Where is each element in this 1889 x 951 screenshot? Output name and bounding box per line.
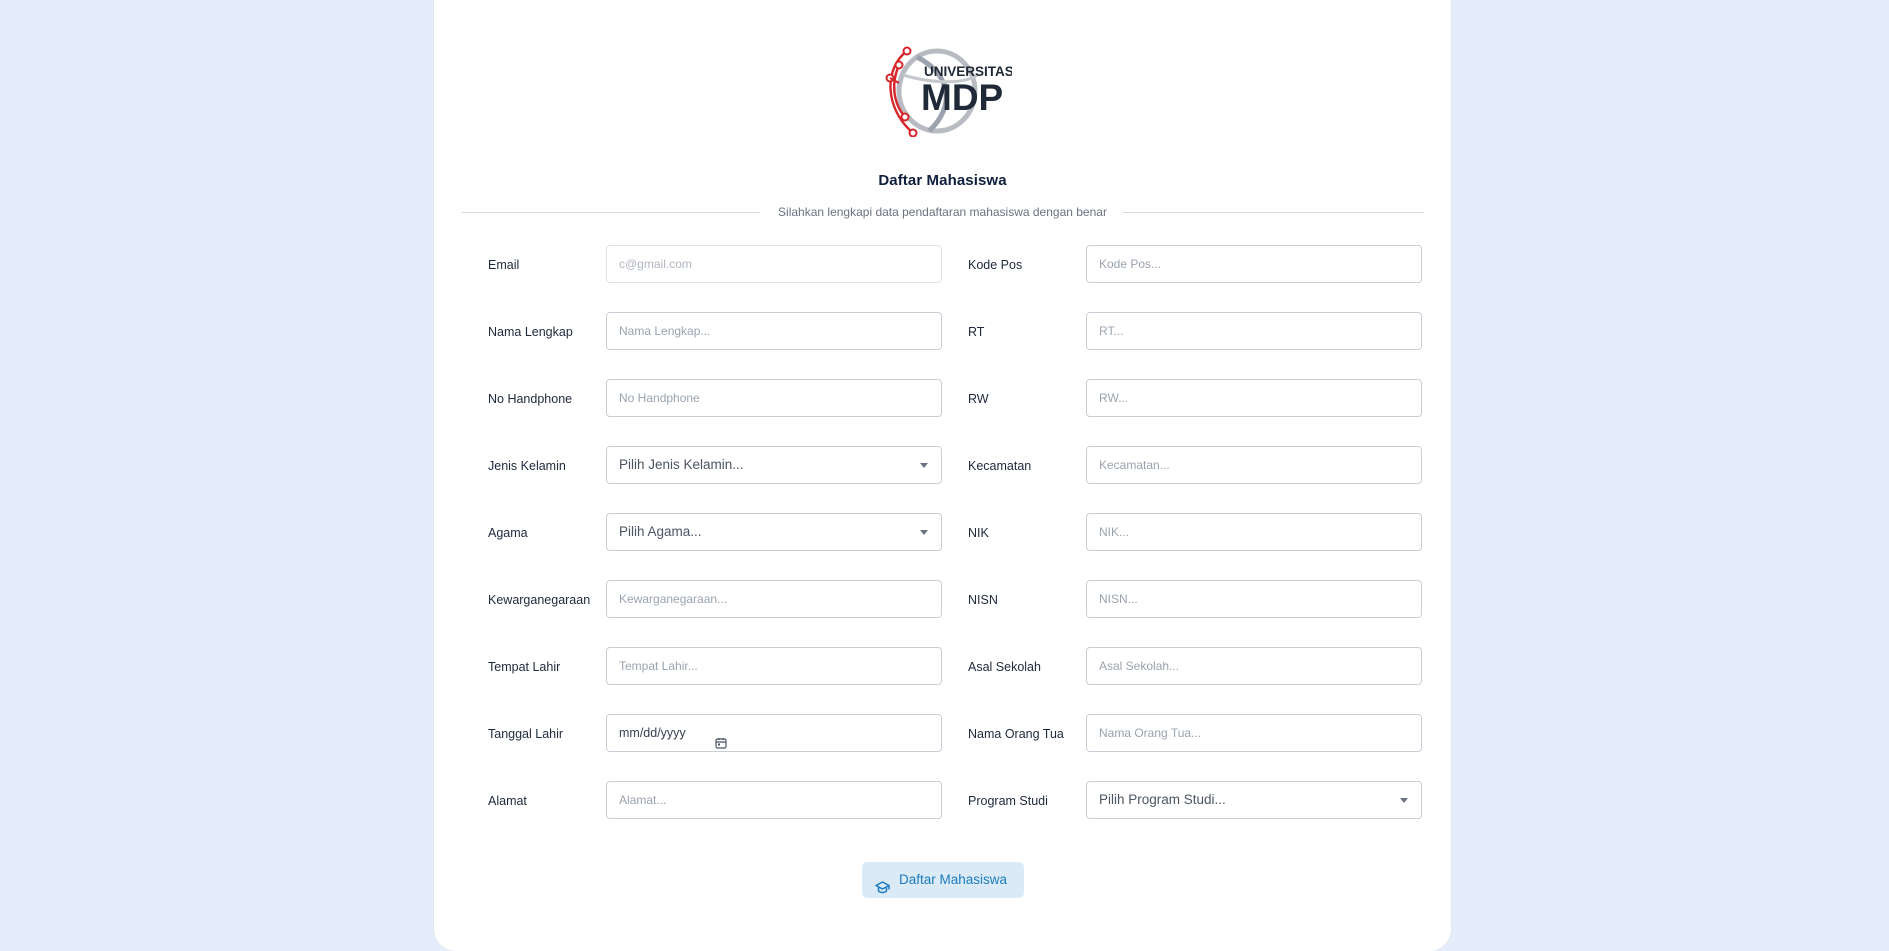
alamat-input[interactable]: Alamat...: [606, 781, 942, 819]
email-placeholder: c@gmail.com: [619, 257, 692, 271]
chevron-down-icon: [920, 530, 928, 535]
kode-pos-placeholder: Kode Pos...: [1099, 257, 1162, 271]
nama-orang-tua-input[interactable]: Nama Orang Tua...: [1086, 714, 1422, 752]
no-handphone-label: No Handphone: [488, 392, 573, 406]
divider-right: [1123, 212, 1424, 213]
nama-lengkap-placeholder: Nama Lengkap...: [619, 324, 711, 338]
rw-input[interactable]: RW...: [1086, 379, 1422, 417]
kode-pos-input[interactable]: Kode Pos...: [1086, 245, 1422, 283]
submit-button-label: Daftar Mahasiswa: [899, 872, 1008, 887]
university-logo: UNIVERSITAS MDP: [877, 45, 1012, 137]
rw-placeholder: RW...: [1099, 391, 1129, 405]
alamat-placeholder: Alamat...: [619, 793, 667, 807]
submit-button[interactable]: Daftar Mahasiswa: [862, 862, 1024, 898]
nik-placeholder: NIK...: [1099, 525, 1130, 539]
nama-orang-tua-placeholder: Nama Orang Tua...: [1099, 726, 1202, 740]
no-handphone-input[interactable]: No Handphone: [606, 379, 942, 417]
alamat-label: Alamat: [488, 794, 527, 808]
nama-lengkap-label: Nama Lengkap: [488, 325, 573, 339]
agama-select-value: Pilih Agama...: [619, 524, 702, 539]
kode-pos-label: Kode Pos: [968, 258, 1023, 272]
page-title: Daftar Mahasiswa: [878, 172, 1007, 189]
email-label: Email: [488, 258, 520, 272]
kecamatan-label: Kecamatan: [968, 459, 1032, 473]
agama-select[interactable]: Pilih Agama...: [606, 513, 942, 551]
tempat-lahir-input[interactable]: Tempat Lahir...: [606, 647, 942, 685]
chevron-down-icon: [1400, 798, 1408, 803]
nisn-input[interactable]: NISN...: [1086, 580, 1422, 618]
tempat-lahir-placeholder: Tempat Lahir...: [619, 659, 698, 673]
registration-card: UNIVERSITAS MDP Daftar Mahasiswa Silahka…: [434, 0, 1451, 951]
tanggal-lahir-label: Tanggal Lahir: [488, 727, 564, 741]
tempat-lahir-label: Tempat Lahir: [488, 660, 561, 674]
kewarganegaraan-label: Kewarganegaraan: [488, 593, 591, 607]
nik-input[interactable]: NIK...: [1086, 513, 1422, 551]
rt-label: RT: [968, 325, 985, 339]
jenis-kelamin-select-value: Pilih Jenis Kelamin...: [619, 457, 744, 472]
kewarganegaraan-input[interactable]: Kewarganegaraan...: [606, 580, 942, 618]
program-studi-label: Program Studi: [968, 794, 1048, 808]
nama-lengkap-input[interactable]: Nama Lengkap...: [606, 312, 942, 350]
rw-label: RW: [968, 392, 989, 406]
jenis-kelamin-label: Jenis Kelamin: [488, 459, 566, 473]
agama-label: Agama: [488, 526, 528, 540]
no-handphone-placeholder: No Handphone: [619, 391, 700, 405]
asal-sekolah-label: Asal Sekolah: [968, 660, 1041, 674]
jenis-kelamin-select[interactable]: Pilih Jenis Kelamin...: [606, 446, 942, 484]
calendar-icon[interactable]: [715, 727, 727, 751]
chevron-down-icon: [920, 463, 928, 468]
asal-sekolah-input[interactable]: Asal Sekolah...: [1086, 647, 1422, 685]
rt-input[interactable]: RT...: [1086, 312, 1422, 350]
nisn-label: NISN: [968, 593, 998, 607]
nik-label: NIK: [968, 526, 989, 540]
email-input: c@gmail.com: [606, 245, 942, 283]
logo-text-main: MDP: [921, 77, 1003, 118]
tanggal-lahir-date-value: mm/dd/yyyy: [619, 726, 686, 740]
kecamatan-input[interactable]: Kecamatan...: [1086, 446, 1422, 484]
asal-sekolah-placeholder: Asal Sekolah...: [1099, 659, 1180, 673]
kewarganegaraan-placeholder: Kewarganegaraan...: [619, 592, 728, 606]
tanggal-lahir-date-input[interactable]: mm/dd/yyyy: [606, 714, 942, 752]
program-studi-select-value: Pilih Program Studi...: [1099, 792, 1226, 807]
graduation-cap-icon: [875, 873, 890, 909]
rt-placeholder: RT...: [1099, 324, 1124, 338]
nisn-placeholder: NISN...: [1099, 592, 1138, 606]
kecamatan-placeholder: Kecamatan...: [1099, 458, 1170, 472]
program-studi-select[interactable]: Pilih Program Studi...: [1086, 781, 1422, 819]
nama-orang-tua-label: Nama Orang Tua: [968, 727, 1064, 741]
